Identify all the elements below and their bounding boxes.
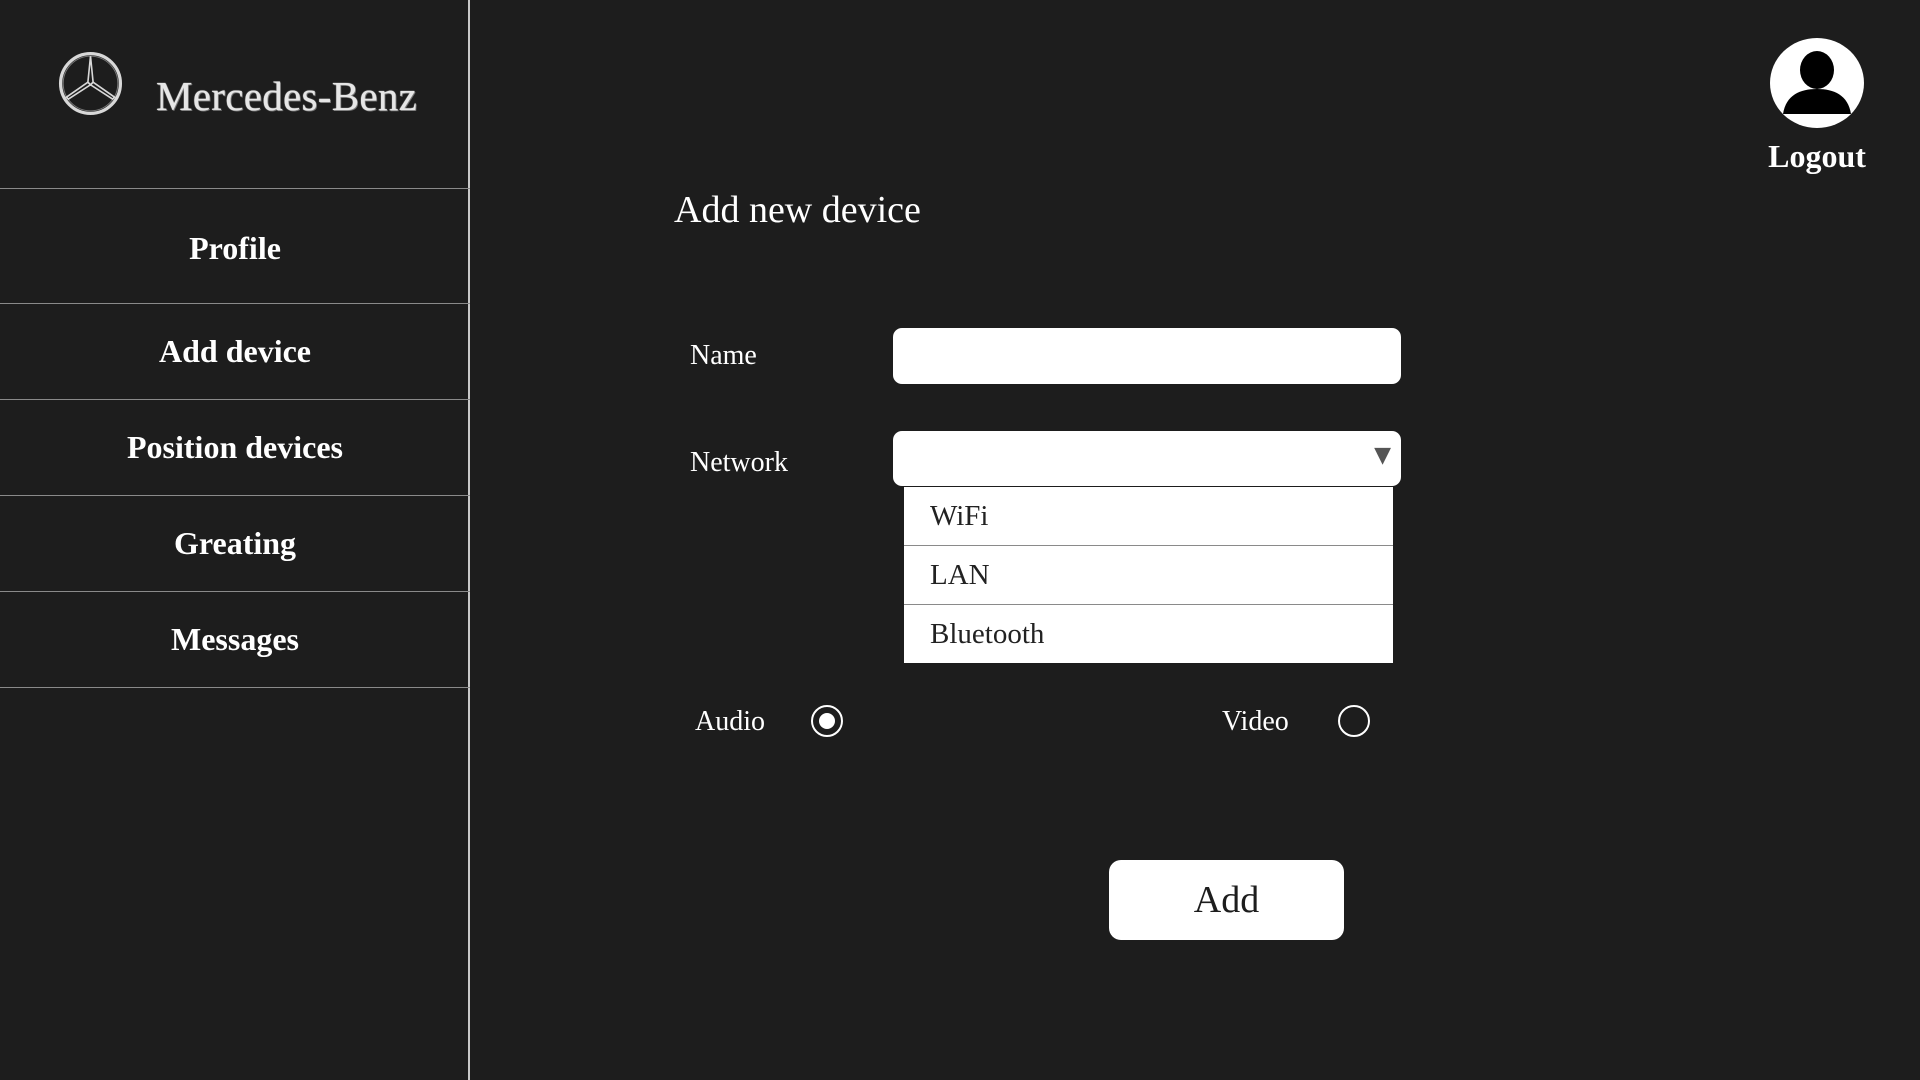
logout-label[interactable]: Logout <box>1760 138 1874 175</box>
app-root: Mercedes-Benz Profile Add device Positio… <box>0 0 1920 1080</box>
sidebar-item-position-devices[interactable]: Position devices <box>0 400 470 496</box>
name-input[interactable] <box>893 328 1401 384</box>
brand-name: Mercedes-Benz <box>156 73 418 119</box>
network-select[interactable]: ▼ <box>893 431 1401 486</box>
audio-label: Audio <box>695 706 765 737</box>
network-label: Network <box>690 447 788 478</box>
sidebar-nav: Profile Add device Position devices Grea… <box>0 189 470 688</box>
network-option-bluetooth[interactable]: Bluetooth <box>904 605 1393 663</box>
sidebar-item-messages[interactable]: Messages <box>0 592 470 688</box>
chevron-down-icon[interactable]: ▼ <box>1374 443 1391 468</box>
video-radio[interactable] <box>1338 705 1370 737</box>
add-button[interactable]: Add <box>1109 860 1344 940</box>
network-dropdown: WiFi LAN Bluetooth <box>904 487 1393 663</box>
page-title: Add new device <box>674 189 921 231</box>
mercedes-star-icon <box>58 51 123 116</box>
name-label: Name <box>690 340 757 371</box>
sidebar: Mercedes-Benz Profile Add device Positio… <box>0 0 470 1080</box>
sidebar-item-greating[interactable]: Greating <box>0 496 470 592</box>
brand-header: Mercedes-Benz <box>0 0 470 189</box>
logout-control[interactable]: Logout <box>1760 38 1870 178</box>
network-option-lan[interactable]: LAN <box>904 546 1393 605</box>
network-option-wifi[interactable]: WiFi <box>904 487 1393 546</box>
sidebar-item-add-device[interactable]: Add device <box>0 304 470 400</box>
video-label: Video <box>1222 706 1289 737</box>
user-avatar-icon[interactable] <box>1770 38 1864 128</box>
sidebar-item-profile[interactable]: Profile <box>0 189 470 304</box>
audio-radio[interactable] <box>811 705 843 737</box>
